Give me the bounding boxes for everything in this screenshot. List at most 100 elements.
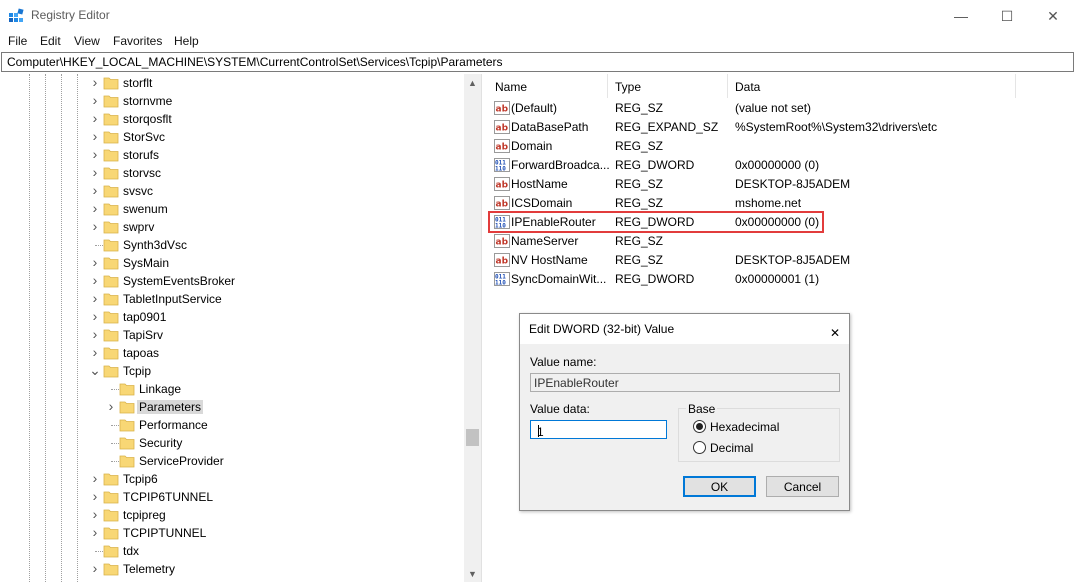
- close-window-button[interactable]: ✕: [1030, 0, 1076, 32]
- chevron-right-icon[interactable]: ›: [89, 471, 101, 485]
- chevron-right-icon[interactable]: ›: [105, 399, 117, 413]
- scroll-up-arrow-icon[interactable]: ▲: [464, 74, 481, 91]
- minimize-button[interactable]: —: [938, 0, 984, 32]
- value-row[interactable]: ab Domain REG_SZ: [488, 137, 1074, 156]
- tree-item[interactable]: › storflt: [1, 74, 481, 92]
- tree-item[interactable]: › StorSvc: [1, 128, 481, 146]
- column-header-name[interactable]: Name: [488, 74, 608, 98]
- tree-item[interactable]: › svsvc: [1, 182, 481, 200]
- hexadecimal-radio[interactable]: [693, 420, 706, 433]
- chevron-right-icon[interactable]: ›: [89, 489, 101, 503]
- value-row[interactable]: ab HostName REG_SZ DESKTOP-8J5ADEM: [488, 175, 1074, 194]
- value-row[interactable]: ab NameServer REG_SZ: [488, 232, 1074, 251]
- string-value-icon: ab: [494, 196, 510, 210]
- tree-item[interactable]: › stornvme: [1, 92, 481, 110]
- chevron-right-icon[interactable]: ›: [89, 507, 101, 521]
- tree-item[interactable]: › TCPIPTUNNEL: [1, 524, 481, 542]
- chevron-right-icon[interactable]: ›: [89, 309, 101, 323]
- chevron-right-icon[interactable]: ›: [89, 327, 101, 341]
- tree-item[interactable]: › storqosflt: [1, 110, 481, 128]
- chevron-down-icon[interactable]: ⌄: [89, 363, 101, 377]
- tree-item[interactable]: › TCPIP6TUNNEL: [1, 488, 481, 506]
- chevron-right-icon[interactable]: ›: [89, 147, 101, 161]
- tree-item[interactable]: › tap0901: [1, 308, 481, 326]
- chevron-right-icon[interactable]: ›: [89, 165, 101, 179]
- key-tree-pane[interactable]: › storflt › stornvme › storqosflt › StorSvc › sto…: [1, 74, 482, 582]
- chevron-right-icon[interactable]: ›: [89, 201, 101, 215]
- chevron-right-icon[interactable]: ›: [89, 273, 101, 287]
- chevron-right-icon[interactable]: ›: [89, 129, 101, 143]
- chevron-right-icon[interactable]: ›: [89, 561, 101, 575]
- decimal-radio[interactable]: [693, 441, 706, 454]
- tree-item[interactable]: › Parameters: [1, 398, 481, 416]
- menu-edit[interactable]: Edit: [40, 34, 61, 48]
- tree-item[interactable]: ⌄ Tcpip: [1, 362, 481, 380]
- value-row[interactable]: 011 110 ForwardBroadca... REG_DWORD 0x000000…: [488, 156, 1074, 175]
- tree-item[interactable]: Linkage: [1, 380, 481, 398]
- tree-item[interactable]: › TabletInputService: [1, 290, 481, 308]
- dialog-close-button[interactable]: ✕: [821, 318, 843, 340]
- tree-item[interactable]: › Telemetry: [1, 560, 481, 578]
- tree-item[interactable]: › TapiSrv: [1, 326, 481, 344]
- tree-item[interactable]: Performance: [1, 416, 481, 434]
- tree-item-label: Telemetry: [123, 562, 176, 576]
- chevron-right-icon[interactable]: ›: [89, 93, 101, 107]
- tree-item[interactable]: tdx: [1, 542, 481, 560]
- tree-item[interactable]: › tcpipreg: [1, 506, 481, 524]
- chevron-right-icon[interactable]: ›: [89, 255, 101, 269]
- cancel-button[interactable]: Cancel: [766, 476, 839, 497]
- tree-item[interactable]: Security: [1, 434, 481, 452]
- menu-help[interactable]: Help: [174, 34, 199, 48]
- tree-item[interactable]: › swenum: [1, 200, 481, 218]
- ok-button[interactable]: OK: [683, 476, 756, 497]
- tree-item-label: SystemEventsBroker: [123, 274, 236, 288]
- column-header-type[interactable]: Type: [608, 74, 728, 98]
- tree-item[interactable]: › Tcpip6: [1, 470, 481, 488]
- tree-item-label: TCPIPTUNNEL: [123, 526, 207, 540]
- chevron-right-icon[interactable]: ›: [89, 75, 101, 89]
- decimal-label[interactable]: Decimal: [710, 441, 753, 455]
- scroll-down-arrow-icon[interactable]: ▼: [464, 565, 481, 582]
- chevron-right-icon[interactable]: ›: [89, 183, 101, 197]
- value-data-input[interactable]: 1: [530, 420, 667, 439]
- tree-vertical-scrollbar[interactable]: ▲ ▼: [464, 74, 481, 582]
- menu-favorites[interactable]: Favorites: [113, 34, 162, 48]
- tree-item[interactable]: › SystemEventsBroker: [1, 272, 481, 290]
- menu-file[interactable]: File: [8, 34, 27, 48]
- column-header-data[interactable]: Data: [728, 74, 1016, 98]
- folder-icon: [119, 401, 135, 414]
- menu-view[interactable]: View: [74, 34, 100, 48]
- tree-item[interactable]: › storufs: [1, 146, 481, 164]
- tree-item[interactable]: › storvsc: [1, 164, 481, 182]
- tree-item-label: storufs: [123, 148, 160, 162]
- tree-item[interactable]: ServiceProvider: [1, 452, 481, 470]
- tree-item-label: Linkage: [139, 382, 182, 396]
- folder-icon: [103, 365, 119, 378]
- tree-item[interactable]: › tapoas: [1, 344, 481, 362]
- folder-icon: [103, 149, 119, 162]
- tree-connector: [111, 389, 119, 390]
- scrollbar-thumb[interactable]: [466, 429, 479, 446]
- tree-item[interactable]: › SysMain: [1, 254, 481, 272]
- svg-text:ab: ab: [496, 143, 509, 153]
- chevron-right-icon[interactable]: ›: [89, 345, 101, 359]
- folder-icon: [103, 131, 119, 144]
- base-groupbox: [678, 408, 840, 462]
- value-row[interactable]: ab NV HostName REG_SZ DESKTOP-8J5ADEM: [488, 251, 1074, 270]
- maximize-button[interactable]: ☐: [984, 0, 1030, 32]
- value-name: NameServer: [511, 234, 579, 248]
- tree-item-label: SysMain: [123, 256, 170, 270]
- value-row[interactable]: ab DataBasePath REG_EXPAND_SZ %SystemRoot%\…: [488, 118, 1074, 137]
- chevron-right-icon[interactable]: ›: [89, 525, 101, 539]
- tree-item[interactable]: › swprv: [1, 218, 481, 236]
- tree-item-label: Synth3dVsc: [123, 238, 188, 252]
- chevron-right-icon[interactable]: ›: [89, 111, 101, 125]
- address-bar[interactable]: Computer\HKEY_LOCAL_MACHINE\SYSTEM\Curre…: [1, 52, 1074, 72]
- hexadecimal-label[interactable]: Hexadecimal: [710, 420, 779, 434]
- value-row[interactable]: ab (Default) REG_SZ (value not set): [488, 99, 1074, 118]
- value-data: 0x00000001 (1): [735, 272, 820, 286]
- value-row[interactable]: 011 110 SyncDomainWit... REG_DWORD 0x0000000…: [488, 270, 1074, 289]
- chevron-right-icon[interactable]: ›: [89, 291, 101, 305]
- tree-item[interactable]: Synth3dVsc: [1, 236, 481, 254]
- chevron-right-icon[interactable]: ›: [89, 219, 101, 233]
